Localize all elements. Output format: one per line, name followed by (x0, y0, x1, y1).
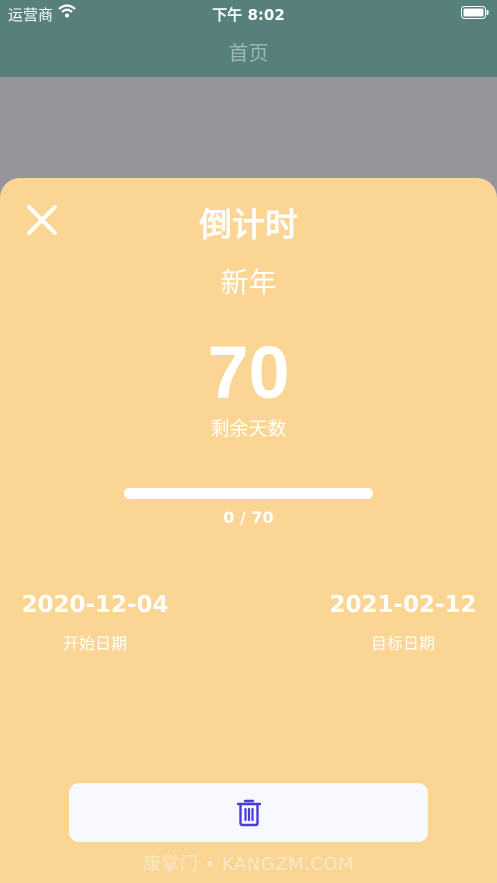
nav-title: 首页 (228, 41, 269, 65)
target-date-value: 2021-02-12 (329, 592, 477, 618)
target-date-block: 2021-02-12 目标日期 (323, 592, 483, 654)
sheet-title: 倒计时 (199, 205, 298, 244)
start-date-value: 2020-12-04 (21, 592, 169, 618)
watermark-text: 康掌门 • KANGZM.COM (142, 854, 355, 875)
progress-text: 0 / 70 (223, 508, 274, 527)
event-name: 新年 (220, 266, 277, 299)
progress-bar (124, 488, 373, 499)
status-bar: 运营商 下午 8:02 (0, 0, 497, 26)
dimmed-background[interactable] (0, 77, 497, 178)
days-remaining-value: 70 (207, 331, 290, 414)
battery-icon (461, 6, 489, 19)
start-date-block: 2020-12-04 开始日期 (15, 592, 175, 654)
trash-icon (237, 799, 261, 827)
target-date-label: 目标日期 (370, 634, 435, 653)
days-remaining-label: 剩余天数 (210, 418, 287, 440)
delete-button[interactable] (69, 783, 428, 842)
countdown-sheet: 倒计时 新年 70 剩余天数 0 / 70 2020-12-04 开始日期 20… (0, 178, 497, 883)
start-date-label: 开始日期 (62, 634, 127, 653)
navigation-bar: 首页 (0, 26, 497, 77)
status-time: 下午 8:02 (212, 6, 285, 24)
